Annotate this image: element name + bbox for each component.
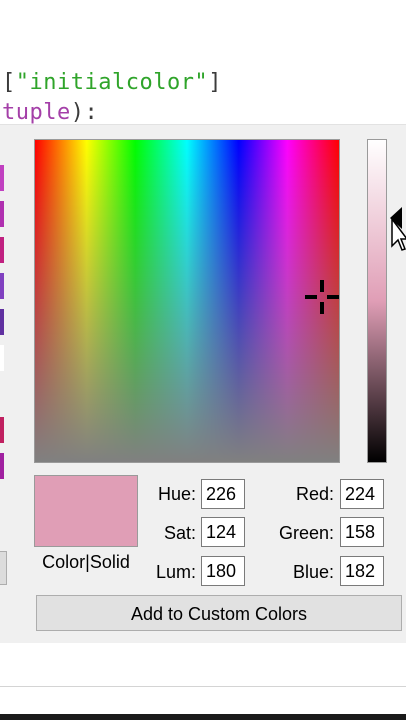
sat-input[interactable]	[201, 517, 245, 547]
code-line-1: ["initialcolor"]	[2, 70, 222, 95]
code-token-name: tuple	[2, 100, 71, 125]
color-dialog: Color|Solid Hue: Sat: Lum: Red: Green: B…	[0, 124, 406, 643]
color-spectrum[interactable]	[34, 139, 340, 463]
mouse-cursor-icon	[391, 218, 406, 251]
code-token-bracket-close: ]	[208, 70, 222, 95]
add-to-custom-colors-button[interactable]: Add to Custom Colors	[36, 595, 402, 631]
basic-color-swatch[interactable]	[0, 165, 4, 191]
color-preview	[34, 475, 138, 547]
custom-color-swatch[interactable]	[0, 381, 4, 407]
basic-color-swatch[interactable]	[0, 201, 4, 227]
custom-color-swatch[interactable]	[0, 417, 4, 443]
bottom-edge	[0, 714, 406, 720]
bottom-divider	[0, 686, 406, 687]
blue-label: Blue:	[292, 562, 334, 582]
color-solid-label: Color|Solid	[42, 552, 130, 572]
lum-input[interactable]	[201, 556, 245, 586]
red-input[interactable]	[340, 479, 384, 509]
luminosity-bar[interactable]	[367, 139, 387, 463]
green-label: Green:	[278, 523, 334, 543]
hue-input[interactable]	[201, 479, 245, 509]
basic-color-swatch[interactable]	[0, 273, 4, 299]
code-token-punct: ):	[70, 100, 99, 125]
basic-colors-column-partial	[0, 165, 4, 489]
crosshair-icon[interactable]	[305, 280, 339, 314]
basic-color-swatch[interactable]	[0, 309, 4, 335]
basic-color-swatch[interactable]	[0, 345, 4, 371]
code-token-bracket-open: [	[2, 70, 16, 95]
basic-color-swatch[interactable]	[0, 237, 4, 263]
red-label: Red:	[295, 484, 334, 504]
code-editor[interactable]: ["initialcolor"] tuple):	[0, 0, 406, 125]
define-custom-colors-button-partial[interactable]	[0, 551, 7, 585]
code-token-string: "initialcolor"	[15, 70, 209, 95]
custom-color-swatch[interactable]	[0, 453, 4, 479]
blue-input[interactable]	[340, 556, 384, 586]
code-line-2: tuple):	[2, 100, 98, 125]
green-input[interactable]	[340, 517, 384, 547]
hue-label: Hue:	[157, 484, 196, 504]
sat-label: Sat:	[163, 523, 196, 543]
lum-label: Lum:	[155, 562, 196, 582]
